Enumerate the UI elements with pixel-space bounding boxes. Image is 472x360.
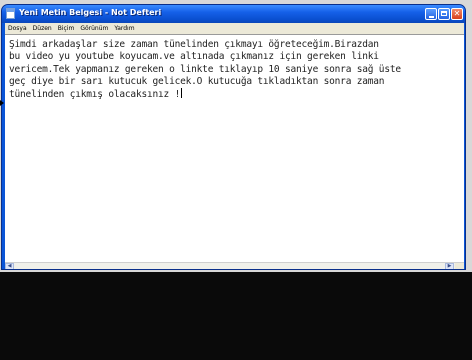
notepad-window: Yeni Metin Belgesi - Not Defteri ✕ Dosya… [1, 4, 466, 270]
scroll-right-button[interactable]: ▶ [445, 263, 454, 269]
menu-help[interactable]: Yardım [111, 23, 137, 32]
horizontal-scrollbar[interactable]: ◀ ▶ [5, 262, 464, 269]
scroll-left-icon: ◀ [7, 263, 12, 269]
minimize-button[interactable] [425, 8, 437, 20]
mouse-pointer-icon [0, 100, 4, 106]
text-editor-area[interactable]: Şimdi arkadaşlar size zaman tünelinden ç… [5, 34, 464, 262]
window-title: Yeni Metin Belgesi - Not Defteri [19, 8, 162, 17]
text-line: bu video yu youtube koyucam.ve altınada … [9, 51, 379, 63]
scroll-right-icon: ▶ [447, 263, 452, 269]
text-caret [181, 88, 183, 99]
text-line: Şimdi arkadaşlar size zaman tünelinden ç… [9, 39, 379, 50]
title-bar[interactable]: Yeni Metin Belgesi - Not Defteri ✕ [2, 5, 465, 23]
document-text[interactable]: Şimdi arkadaşlar size zaman tünelinden ç… [9, 39, 457, 101]
maximize-button[interactable] [438, 8, 450, 20]
menu-view[interactable]: Görünüm [77, 23, 111, 32]
minimize-icon [429, 16, 434, 18]
text-line: vericem.Tek yapmanız gereken o linkte tı… [9, 63, 401, 75]
maximize-icon [441, 11, 447, 16]
menu-format[interactable]: Biçim [55, 23, 78, 32]
menu-edit[interactable]: Düzen [30, 23, 55, 32]
scroll-left-button[interactable]: ◀ [5, 263, 14, 269]
text-line: tünelinden çıkmış olacaksınız ! [9, 89, 181, 101]
notepad-app-icon[interactable] [6, 8, 15, 19]
text-line: geç diye bir sarı kutucuk gelicek.O kutu… [9, 75, 385, 87]
menu-file[interactable]: Dosya [5, 23, 30, 32]
resize-grip[interactable] [455, 263, 464, 269]
menu-bar: Dosya Düzen Biçim Görünüm Yardım [5, 23, 464, 34]
close-icon: ✕ [453, 9, 461, 18]
close-button[interactable]: ✕ [451, 8, 463, 20]
